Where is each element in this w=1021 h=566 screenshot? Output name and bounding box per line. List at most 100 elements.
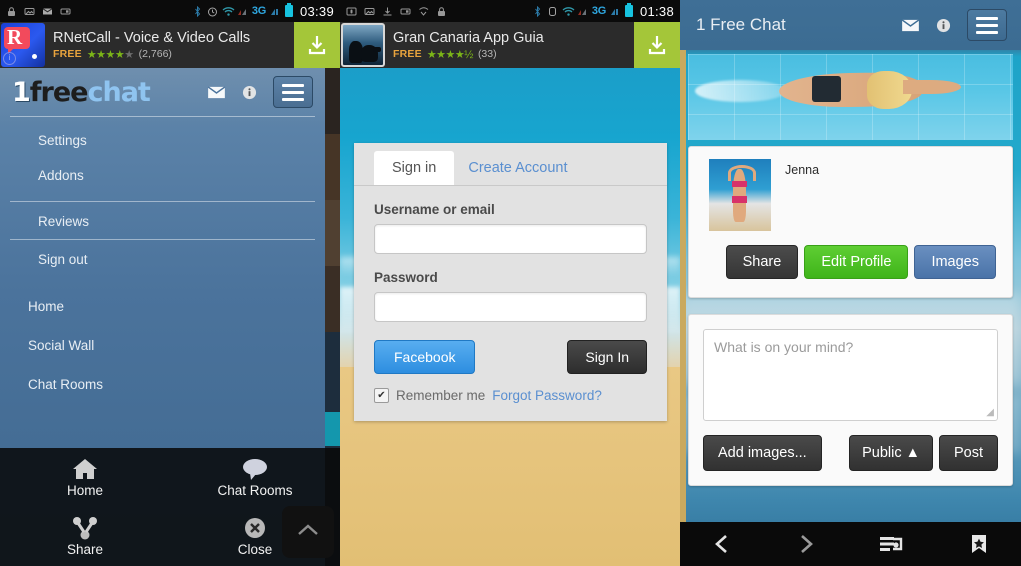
network-type-label: 3G xyxy=(251,5,266,17)
download-icon[interactable] xyxy=(294,22,340,68)
mail-icon xyxy=(42,6,53,17)
overlay-action-chat-rooms[interactable]: Chat Rooms xyxy=(170,448,340,507)
sidebar-item-settings[interactable]: Settings xyxy=(0,123,325,158)
status-bar-middle: 3G 01:38 xyxy=(340,0,680,22)
add-images-button[interactable]: Add images... xyxy=(703,435,822,471)
ad-banner-left[interactable]: Ri RNetCall - Voice & Video Calls FREE ★… xyxy=(0,22,340,68)
clock-label: 03:39 xyxy=(299,3,334,19)
wifi-icon xyxy=(562,6,575,17)
tab-create-account[interactable]: Create Account xyxy=(454,151,581,185)
post-placeholder: What is on your mind? xyxy=(714,339,854,355)
envelope-icon[interactable] xyxy=(901,18,920,32)
envelope-icon[interactable] xyxy=(207,85,226,99)
bluetooth-icon xyxy=(192,5,203,17)
privacy-dropdown[interactable]: Public ▲ xyxy=(849,435,933,471)
panel-left: 3G 03:39 Ri RNetCall - Voice & Video Cal… xyxy=(0,0,340,566)
chevron-left-icon[interactable] xyxy=(712,533,732,555)
wifi-icon xyxy=(222,6,235,17)
mic-icon xyxy=(346,6,357,17)
app-header-left: 1freechat xyxy=(0,68,325,116)
panel-right: 1 Free Chat Jenna Share Edit Profile Ima… xyxy=(680,0,1021,566)
status-notification-icons xyxy=(6,6,71,17)
strip-edge-right xyxy=(325,412,340,446)
sidebar-item-signout[interactable]: Sign out xyxy=(0,240,325,277)
chat-bubble-icon xyxy=(241,457,269,481)
post-textarea[interactable]: What is on your mind? ◢ xyxy=(703,329,998,421)
password-label: Password xyxy=(374,270,438,285)
status-system-icons: 3G 01:38 xyxy=(532,3,674,19)
silent-icon xyxy=(547,6,558,17)
screenshot-icon xyxy=(364,6,375,17)
chevron-up-icon xyxy=(296,523,320,542)
quick-actions-overlay: Home Chat Rooms Share Close xyxy=(0,448,340,566)
network-type-label: 3G xyxy=(591,5,606,17)
ad-title: RNetCall - Voice & Video Calls xyxy=(53,29,251,46)
password-input[interactable] xyxy=(374,292,647,322)
auth-tabs: Sign in Create Account xyxy=(354,143,667,186)
home-icon xyxy=(72,457,98,481)
forgot-password-link[interactable]: Forgot Password? xyxy=(492,388,602,403)
signin-card: Sign in Create Account Username or email… xyxy=(354,143,667,421)
overlay-action-label: Share xyxy=(66,542,104,557)
signal-icon xyxy=(577,6,588,17)
info-icon[interactable] xyxy=(936,18,951,33)
overlay-action-label: Close xyxy=(237,542,273,557)
ad-rating-stars: ★★★★★ xyxy=(86,48,134,61)
username-input[interactable] xyxy=(374,224,647,254)
ad-app-icon: Ri xyxy=(1,23,45,67)
clock-label: 01:38 xyxy=(639,3,674,19)
app-header-right: 1 Free Chat xyxy=(680,0,1021,50)
sidebar-item-social-wall[interactable]: Social Wall xyxy=(0,326,325,365)
panel-middle: 3G 01:38 Gran Canaria App Guia FREE ★★★★… xyxy=(340,0,680,566)
tabs-icon[interactable] xyxy=(879,533,905,555)
avatar[interactable] xyxy=(709,159,771,231)
battery-icon xyxy=(284,3,293,17)
overlay-action-share[interactable]: Share xyxy=(0,507,170,566)
sidebar-item-home[interactable]: Home xyxy=(0,287,325,326)
page-title: 1 Free Chat xyxy=(696,15,786,34)
remember-me-checkbox[interactable]: ✔ xyxy=(374,388,389,403)
sign-in-button[interactable]: Sign In xyxy=(567,340,647,374)
username-label: Username or email xyxy=(374,202,495,217)
bookmark-star-icon[interactable] xyxy=(969,533,989,555)
sdcard-icon xyxy=(60,6,71,17)
lock-icon xyxy=(436,6,447,17)
facebook-login-button[interactable]: Facebook xyxy=(374,340,476,374)
images-button[interactable]: Images xyxy=(914,245,996,279)
overlay-action-label: Chat Rooms xyxy=(217,483,293,498)
tab-sign-in[interactable]: Sign in xyxy=(374,151,455,185)
overlay-action-home[interactable]: Home xyxy=(0,448,170,507)
signal-bars-icon xyxy=(610,6,621,17)
status-notification-icons xyxy=(346,6,447,17)
info-icon[interactable] xyxy=(242,85,257,100)
profile-card: Jenna Share Edit Profile Images xyxy=(688,146,1013,298)
signal-bars-icon xyxy=(270,6,281,17)
resize-grip-icon[interactable]: ◢ xyxy=(986,407,994,418)
signal-icon xyxy=(237,6,248,17)
hamburger-icon[interactable] xyxy=(967,9,1007,41)
ad-app-icon xyxy=(341,23,385,67)
sidebar-item-addons[interactable]: Addons xyxy=(0,158,325,193)
hamburger-icon[interactable] xyxy=(273,76,313,108)
scroll-to-top-button[interactable] xyxy=(282,506,334,558)
post-button[interactable]: Post xyxy=(938,435,998,471)
edit-profile-button[interactable]: Edit Profile xyxy=(804,245,909,279)
ad-rating-stars: ★★★★½ xyxy=(426,48,474,61)
privacy-label: Public xyxy=(862,445,902,461)
swimmer-banner-image xyxy=(688,54,1013,140)
status-bar-left: 3G 03:39 xyxy=(0,0,340,22)
caret-up-icon: ▲ xyxy=(905,445,920,461)
app-logo[interactable]: 1freechat xyxy=(12,79,151,106)
ad-banner-middle[interactable]: Gran Canaria App Guia FREE ★★★★½ (33) xyxy=(340,22,680,68)
remember-me-label: Remember me xyxy=(396,388,486,403)
battery-icon xyxy=(624,3,633,17)
ad-title: Gran Canaria App Guia xyxy=(393,29,544,46)
share-button[interactable]: Share xyxy=(725,245,799,279)
download-icon[interactable] xyxy=(634,22,680,68)
sidebar-item-reviews[interactable]: Reviews xyxy=(0,202,325,239)
sidebar-item-chat-rooms[interactable]: Chat Rooms xyxy=(0,365,325,404)
share-icon xyxy=(72,516,98,540)
chevron-right-icon[interactable] xyxy=(796,533,816,555)
screenshot-icon xyxy=(24,6,35,17)
profile-name: Jenna xyxy=(785,163,820,177)
